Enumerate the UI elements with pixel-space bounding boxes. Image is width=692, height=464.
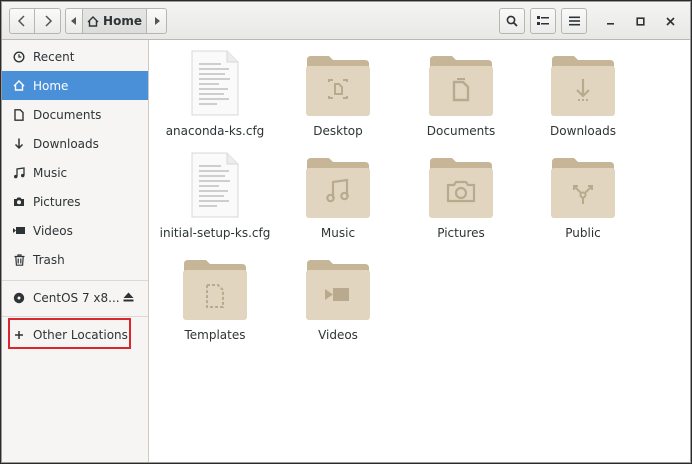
- close-icon: [665, 16, 675, 26]
- sidebar-item-label: Trash: [33, 252, 65, 267]
- maximize-icon: [635, 16, 645, 26]
- sidebar-item-label: Videos: [33, 223, 73, 238]
- disk-icon: [13, 292, 25, 304]
- file-item[interactable]: initial-setup-ks.cfg: [160, 152, 270, 252]
- folder-item[interactable]: Pictures: [406, 152, 516, 252]
- sidebar-item-label: Documents: [33, 107, 102, 122]
- path-bar: Home: [65, 8, 167, 34]
- folder-item[interactable]: Templates: [160, 254, 270, 354]
- sidebar-item-downloads[interactable]: Downloads: [2, 129, 148, 158]
- home-icon: [13, 80, 25, 92]
- folder-item[interactable]: Documents: [406, 50, 516, 150]
- music-folder-icon: [305, 152, 371, 218]
- sidebar-item-device[interactable]: CentOS 7 x8...: [2, 283, 148, 312]
- back-button[interactable]: [9, 8, 35, 34]
- chevron-left-icon: [17, 15, 25, 27]
- sidebar-item-trash[interactable]: Trash: [2, 245, 148, 274]
- trash-icon: [13, 253, 25, 266]
- folder-item[interactable]: Public: [528, 152, 638, 252]
- sidebar-item-label: Recent: [33, 49, 75, 64]
- public-folder-icon: [550, 152, 616, 218]
- navigation-buttons: [9, 8, 61, 34]
- file-view: anaconda-ks.cfg Desktop Documents Downlo…: [150, 40, 690, 462]
- triangle-right-icon: [154, 17, 160, 25]
- eject-icon[interactable]: [123, 291, 134, 305]
- clock-icon: [13, 50, 25, 63]
- header-bar: Home: [2, 2, 690, 40]
- sidebar-item-label: CentOS 7 x8...: [33, 290, 120, 305]
- minimize-icon: [606, 22, 614, 25]
- sidebar-item-label: Music: [33, 165, 68, 180]
- downloads-folder-icon: [550, 50, 616, 116]
- folder-name: Pictures: [437, 226, 485, 240]
- folder-item[interactable]: Downloads: [528, 50, 638, 150]
- sidebar-item-music[interactable]: Music: [2, 158, 148, 187]
- main-menu-button[interactable]: [561, 8, 587, 34]
- search-button[interactable]: [499, 8, 525, 34]
- close-button[interactable]: [661, 12, 679, 30]
- chevron-right-icon: [44, 15, 52, 27]
- folder-name: Desktop: [313, 124, 363, 138]
- path-scroll-right-button[interactable]: [147, 8, 167, 34]
- video-icon: [13, 225, 25, 237]
- folder-name: Templates: [184, 328, 246, 342]
- text-file-icon: [182, 50, 248, 116]
- sidebar: Recent Home Documents Downloads Music Pi…: [2, 40, 149, 462]
- sidebar-item-label: Home: [33, 78, 69, 93]
- list-view-icon: [537, 16, 549, 25]
- breadcrumb-home[interactable]: Home: [83, 8, 147, 34]
- triangle-left-icon: [71, 17, 76, 25]
- sidebar-item-label: Pictures: [33, 194, 81, 209]
- folder-name: Music: [320, 226, 356, 240]
- templates-folder-icon: [182, 254, 248, 320]
- desktop-folder-icon: [305, 50, 371, 116]
- forward-button[interactable]: [35, 8, 61, 34]
- sidebar-separator: [2, 316, 148, 317]
- file-name: anaconda-ks.cfg: [165, 124, 265, 138]
- folder-name: Documents: [426, 124, 496, 138]
- view-toggle-button[interactable]: [530, 8, 556, 34]
- breadcrumb-label: Home: [103, 14, 142, 28]
- sidebar-item-recent[interactable]: Recent: [2, 42, 148, 71]
- videos-folder-icon: [305, 254, 371, 320]
- folder-name: Videos: [318, 328, 358, 342]
- sidebar-item-videos[interactable]: Videos: [2, 216, 148, 245]
- sidebar-item-pictures[interactable]: Pictures: [2, 187, 148, 216]
- path-scroll-left-button[interactable]: [65, 8, 83, 34]
- music-icon: [13, 166, 25, 179]
- file-name: initial-setup-ks.cfg: [159, 226, 271, 240]
- text-file-icon: [182, 152, 248, 218]
- file-manager-window: Home Recent Home Documents Downloads Mus…: [1, 1, 691, 463]
- camera-icon: [13, 196, 25, 208]
- folder-item[interactable]: Videos: [283, 254, 393, 354]
- folder-name: Public: [565, 226, 601, 240]
- sidebar-item-label: Downloads: [33, 136, 99, 151]
- folder-item[interactable]: Music: [283, 152, 393, 252]
- document-icon: [13, 108, 25, 121]
- pictures-folder-icon: [428, 152, 494, 218]
- home-icon: [87, 15, 99, 27]
- sidebar-item-home[interactable]: Home: [2, 71, 148, 100]
- folder-name: Downloads: [550, 124, 616, 138]
- documents-folder-icon: [428, 50, 494, 116]
- folder-item[interactable]: Desktop: [283, 50, 393, 150]
- file-item[interactable]: anaconda-ks.cfg: [160, 50, 270, 150]
- hamburger-menu-icon: [568, 16, 580, 26]
- download-icon: [13, 138, 25, 150]
- sidebar-item-documents[interactable]: Documents: [2, 100, 148, 129]
- sidebar-separator: [2, 280, 148, 281]
- minimize-button[interactable]: [601, 12, 619, 30]
- search-icon: [506, 15, 518, 27]
- highlight-annotation-box: [8, 318, 131, 349]
- maximize-button[interactable]: [631, 12, 649, 30]
